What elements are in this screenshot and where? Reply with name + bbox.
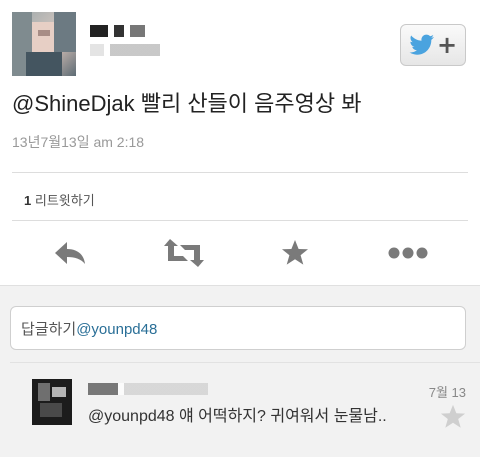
reply-action[interactable] <box>48 232 92 274</box>
tweet-timestamp: 13년7월13일 am 2:18 <box>12 134 145 150</box>
divider <box>12 220 468 221</box>
author-avatar[interactable] <box>12 12 76 76</box>
divider <box>10 362 480 363</box>
reply-avatar[interactable] <box>32 379 72 425</box>
reply-text: @younpd48 얘 어떡하지? 귀여워서 눈물남.. <box>88 408 387 425</box>
more-action[interactable] <box>386 232 430 274</box>
follow-plus: + <box>436 31 458 59</box>
reply-input[interactable]: 답글하기@younpd48 <box>10 306 466 350</box>
retweet-count[interactable]: 1 리트윗하기 <box>24 190 95 209</box>
tweet-actions <box>0 232 480 274</box>
retweet-icon <box>164 239 204 267</box>
retweet-action[interactable] <box>162 232 206 274</box>
reply-author-redacted <box>88 383 208 395</box>
author-name-redacted <box>90 25 145 37</box>
reply-date: 7월 13 <box>428 385 466 400</box>
follow-button[interactable]: + <box>400 24 466 66</box>
favorite-action[interactable] <box>273 232 317 274</box>
reply-arrow-icon <box>55 242 85 264</box>
more-dots-icon <box>388 247 428 259</box>
reply-input-prefix: 답글하기 <box>21 321 77 338</box>
replies-section: 답글하기@younpd48 7월 13 @younpd48 얘 어떡하지? 귀여… <box>0 285 480 457</box>
retweet-count-label: 리트윗하기 <box>34 193 95 208</box>
tweet-detail: + @ShineDjak 빨리 산들이 음주영상 봐 13년7월13일 am 2… <box>0 0 480 285</box>
reply-input-mention: @younpd48 <box>76 321 158 338</box>
star-icon <box>282 240 308 265</box>
reply-star-icon[interactable] <box>440 404 466 430</box>
divider <box>12 172 468 173</box>
author-handle-redacted <box>90 44 160 56</box>
twitter-bird-icon <box>409 34 434 55</box>
retweet-count-number: 1 <box>24 193 32 208</box>
tweet-text: @ShineDjak 빨리 산들이 음주영상 봐 <box>12 91 362 116</box>
